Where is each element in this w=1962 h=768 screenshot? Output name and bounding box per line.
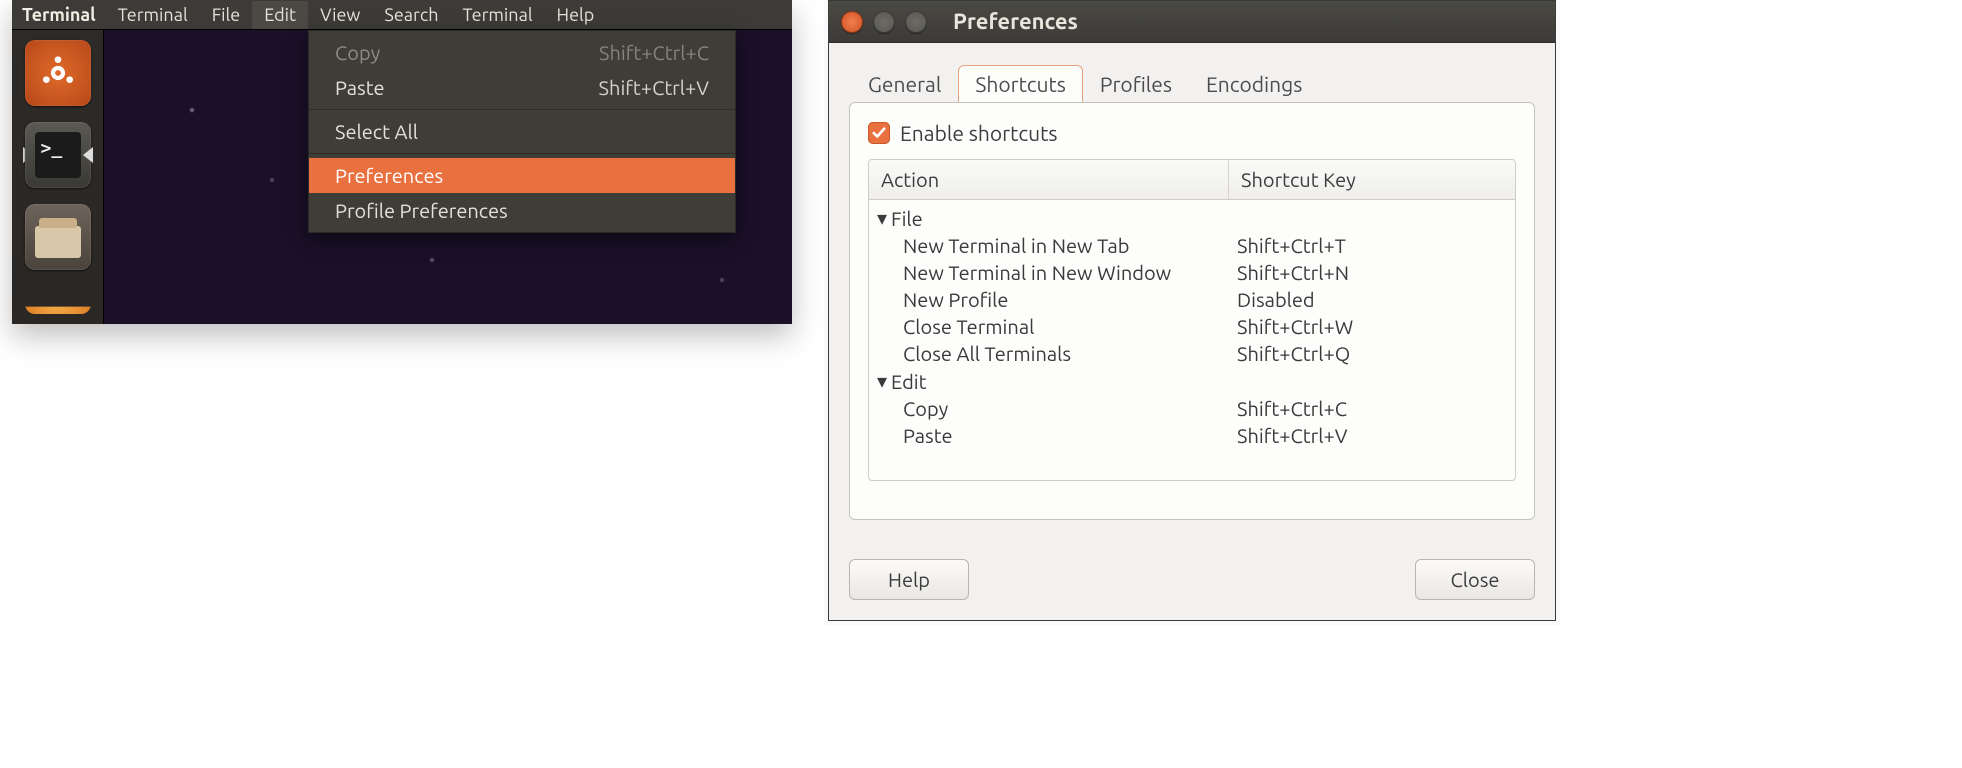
shortcut-action: Paste	[903, 424, 1237, 447]
dialog-title: Preferences	[953, 9, 1078, 34]
tab-general[interactable]: General	[851, 65, 958, 102]
edit-copy-item[interactable]: Copy Shift+Ctrl+C	[309, 35, 735, 70]
preferences-dialog: Preferences General Shortcuts Profiles E…	[828, 0, 1556, 621]
tab-profiles[interactable]: Profiles	[1083, 65, 1189, 102]
menu-item-label: Preferences	[335, 164, 443, 187]
shortcut-key: Shift+Ctrl+C	[1237, 397, 1515, 420]
group-file[interactable]: ▾ File	[869, 204, 1515, 232]
menu-item-label: Paste	[335, 76, 385, 99]
dialog-button-bar: Help Close	[849, 559, 1535, 600]
focused-indicator-icon	[83, 147, 93, 163]
column-header-shortcut-key[interactable]: Shortcut Key	[1229, 160, 1515, 199]
close-button[interactable]: Close	[1415, 559, 1535, 600]
window-maximize-button[interactable]	[905, 11, 927, 33]
window-close-button[interactable]	[841, 11, 863, 33]
terminal-launcher-icon[interactable]	[25, 122, 91, 188]
enable-shortcuts-checkbox[interactable]	[868, 122, 890, 144]
tab-shortcuts[interactable]: Shortcuts	[958, 65, 1083, 102]
menu-separator	[309, 109, 735, 110]
column-header-action[interactable]: Action	[869, 160, 1229, 199]
shortcut-action: Copy	[903, 397, 1237, 420]
shortcut-row[interactable]: New Terminal in New TabShift+Ctrl+T	[869, 232, 1515, 259]
shortcut-row[interactable]: Close TerminalShift+Ctrl+W	[869, 313, 1515, 340]
menu-terminal[interactable]: Terminal	[106, 1, 200, 29]
edit-select-all-item[interactable]: Select All	[309, 114, 735, 149]
desktop-screenshot: Terminal Terminal File Edit View Search …	[12, 0, 792, 324]
group-label: Edit	[891, 370, 926, 393]
shortcuts-panel: Enable shortcuts Action Shortcut Key ▾ F…	[849, 102, 1535, 520]
help-button[interactable]: Help	[849, 559, 969, 600]
disclosure-triangle-icon: ▾	[877, 206, 887, 230]
menu-item-label: Copy	[335, 41, 380, 64]
shortcut-key: Shift+Ctrl+W	[1237, 315, 1515, 338]
shortcut-row[interactable]: New Terminal in New WindowShift+Ctrl+N	[869, 259, 1515, 286]
dialog-titlebar: Preferences	[829, 1, 1555, 43]
group-label: File	[891, 207, 923, 230]
global-menubar: Terminal Terminal File Edit View Search …	[12, 0, 792, 30]
edit-paste-item[interactable]: Paste Shift+Ctrl+V	[309, 70, 735, 105]
shortcuts-table: Action Shortcut Key ▾ File New Terminal …	[868, 159, 1516, 481]
shortcut-row[interactable]: Close All TerminalsShift+Ctrl+Q	[869, 340, 1515, 367]
menu-help[interactable]: Help	[545, 1, 607, 29]
enable-shortcuts-row: Enable shortcuts	[868, 121, 1516, 145]
shortcut-key: Shift+Ctrl+T	[1237, 234, 1515, 257]
unity-launcher	[12, 30, 104, 324]
disclosure-triangle-icon: ▾	[877, 369, 887, 393]
shortcuts-table-body[interactable]: ▾ File New Terminal in New TabShift+Ctrl…	[869, 200, 1515, 480]
shortcut-key: Shift+Ctrl+V	[1237, 424, 1515, 447]
menu-file[interactable]: File	[200, 1, 253, 29]
menu-item-label: Profile Preferences	[335, 199, 508, 222]
shortcut-key: Disabled	[1237, 288, 1515, 311]
files-launcher-icon[interactable]	[25, 204, 91, 270]
shortcut-row[interactable]: New ProfileDisabled	[869, 286, 1515, 313]
tab-encodings[interactable]: Encodings	[1189, 65, 1319, 102]
edit-dropdown-menu: Copy Shift+Ctrl+C Paste Shift+Ctrl+V Sel…	[308, 30, 736, 233]
menu-item-label: Select All	[335, 120, 418, 143]
firefox-launcher-icon[interactable]	[25, 286, 91, 314]
dash-icon[interactable]	[25, 40, 91, 106]
shortcut-row[interactable]: CopyShift+Ctrl+C	[869, 395, 1515, 422]
menu-search[interactable]: Search	[372, 1, 450, 29]
shortcut-key: Shift+Ctrl+Q	[1237, 342, 1515, 365]
menu-edit[interactable]: Edit	[252, 1, 308, 29]
app-title: Terminal	[18, 5, 106, 25]
menu-item-accel: Shift+Ctrl+C	[599, 41, 709, 64]
menu-item-accel: Shift+Ctrl+V	[599, 76, 709, 99]
shortcut-row[interactable]: PasteShift+Ctrl+V	[869, 422, 1515, 449]
menu-view[interactable]: View	[308, 1, 372, 29]
edit-preferences-item[interactable]: Preferences	[309, 158, 735, 193]
shortcut-action: Close Terminal	[903, 315, 1237, 338]
window-minimize-button[interactable]	[873, 11, 895, 33]
shortcut-key: Shift+Ctrl+N	[1237, 261, 1515, 284]
menu-separator	[309, 153, 735, 154]
enable-shortcuts-label: Enable shortcuts	[900, 121, 1057, 145]
edit-profile-preferences-item[interactable]: Profile Preferences	[309, 193, 735, 228]
shortcut-action: New Terminal in New Window	[903, 261, 1237, 284]
group-edit[interactable]: ▾ Edit	[869, 367, 1515, 395]
menu-terminal-2[interactable]: Terminal	[450, 1, 544, 29]
tab-bar: General Shortcuts Profiles Encodings	[829, 43, 1555, 102]
shortcut-action: Close All Terminals	[903, 342, 1237, 365]
shortcut-action: New Profile	[903, 288, 1237, 311]
shortcuts-table-header: Action Shortcut Key	[869, 160, 1515, 200]
shortcut-action: New Terminal in New Tab	[903, 234, 1237, 257]
